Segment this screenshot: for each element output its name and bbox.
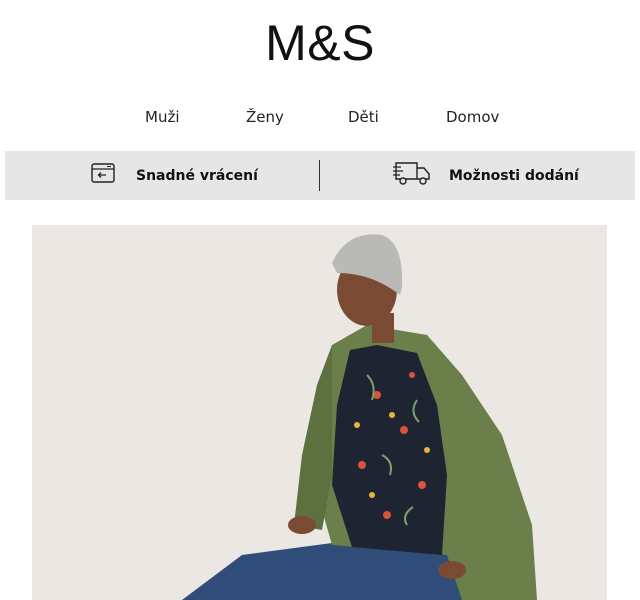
delivery-options-link[interactable]: Možnosti dodání [393,151,579,200]
nav-item-women[interactable]: Ženy [246,108,284,126]
delivery-options-label: Možnosti dodání [449,167,579,184]
service-divider [319,160,320,191]
nav-item-kids[interactable]: Děti [348,108,379,126]
brand-logo[interactable]: M&S [0,14,640,72]
return-box-icon [90,161,118,190]
main-nav: Muži Ženy Děti Domov [0,108,640,130]
hero-image[interactable] [32,225,607,600]
easy-returns-label: Snadné vrácení [136,167,258,184]
service-bar: Snadné vrácení Možnosti dodání [5,151,635,200]
delivery-truck-icon [393,159,433,192]
hero-illustration [32,225,607,600]
nav-item-men[interactable]: Muži [145,108,180,126]
nav-item-home[interactable]: Domov [446,108,499,126]
easy-returns-link[interactable]: Snadné vrácení [90,151,258,200]
